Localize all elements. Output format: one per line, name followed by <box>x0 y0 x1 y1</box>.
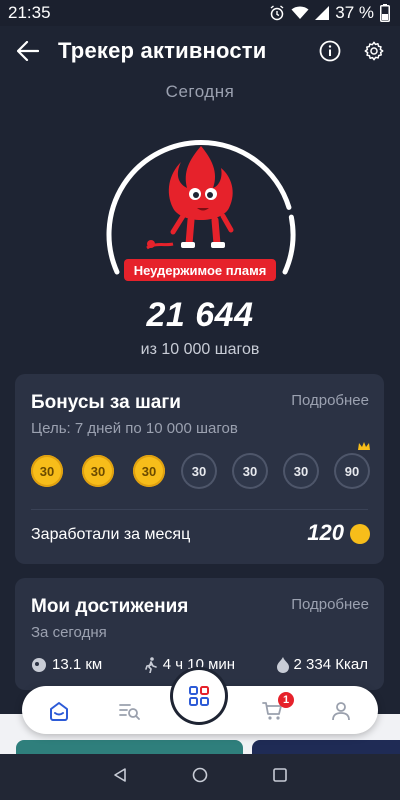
bottom-navigation: 1 <box>22 670 378 734</box>
wifi-icon <box>291 6 309 20</box>
bonus-goal-text: Цель: 7 дней по 10 000 шагов <box>31 420 238 437</box>
distance-stat: 13.1 км <box>31 656 102 673</box>
distance-value: 13.1 км <box>52 656 103 673</box>
coin-icon <box>350 524 370 544</box>
alarm-icon <box>269 5 285 21</box>
achievements-more-link[interactable]: Подробнее <box>291 596 369 613</box>
bonus-coin: 30 <box>31 455 63 487</box>
location-pin-icon <box>32 657 46 672</box>
battery-level: 37 % <box>335 3 374 22</box>
bonus-coin: 30 <box>82 455 114 487</box>
home-icon[interactable] <box>46 698 72 724</box>
bonus-coins-row: 30 30 30 30 30 30 90 <box>31 442 370 489</box>
calories-value: 2 334 Ккал <box>293 656 368 673</box>
earned-label: Заработали за месяц <box>31 526 191 543</box>
back-arrow-icon[interactable] <box>14 37 42 65</box>
settings-gear-icon[interactable] <box>360 37 388 65</box>
bonus-card: Бонусы за шаги Подробнее Цель: 7 дней по… <box>15 374 384 564</box>
app-bar: Трекер активности <box>0 26 400 76</box>
apps-grid-icon <box>189 686 209 706</box>
system-navigation-bar <box>0 754 400 800</box>
promo-card-peek[interactable] <box>16 740 243 754</box>
achievements-period: За сегодня <box>31 624 107 641</box>
page-title: Трекер активности <box>58 38 267 63</box>
bonus-coin: 30 <box>183 455 215 487</box>
signal-icon <box>315 6 330 20</box>
apps-grid-button[interactable] <box>173 670 225 722</box>
status-bar: 21:35 37 % <box>0 0 400 26</box>
step-goal: из 10 000 шагов <box>140 341 260 358</box>
battery-icon <box>380 4 390 22</box>
bonus-more-link[interactable]: Подробнее <box>291 392 369 409</box>
divider <box>31 509 368 510</box>
duration-stat: 4 ч 10 мин <box>144 656 235 673</box>
status-time: 21:35 <box>8 3 51 22</box>
step-count: 21 644 <box>146 296 254 334</box>
calories-stat: 2 334 Ккал <box>276 656 368 673</box>
bonus-coin: 30 <box>285 455 317 487</box>
home-circle-icon[interactable] <box>192 767 208 788</box>
walking-person-icon <box>144 656 157 673</box>
crown-icon <box>358 442 370 450</box>
earned-value: 120 <box>307 520 344 545</box>
cart-count-badge: 1 <box>278 692 294 708</box>
catalog-search-icon[interactable] <box>116 698 142 724</box>
bonus-coin: 30 <box>234 455 266 487</box>
bonus-coin: 90 <box>336 455 368 487</box>
promo-card-peek-2[interactable] <box>252 740 400 754</box>
cart-icon[interactable]: 1 <box>260 692 294 724</box>
bonus-coin: 30 <box>133 455 165 487</box>
achievements-title: Мои достижения <box>31 596 189 617</box>
profile-icon[interactable] <box>328 698 354 724</box>
info-icon[interactable] <box>316 37 344 65</box>
period-label: Сегодня <box>165 82 235 101</box>
achievement-badge: Неудержимое пламя <box>124 259 276 281</box>
recents-square-icon[interactable] <box>272 767 288 788</box>
flame-icon <box>276 656 289 673</box>
back-triangle-icon[interactable] <box>112 767 128 788</box>
flame-mascot-icon <box>146 146 234 250</box>
bonus-card-title: Бонусы за шаги <box>31 392 181 413</box>
